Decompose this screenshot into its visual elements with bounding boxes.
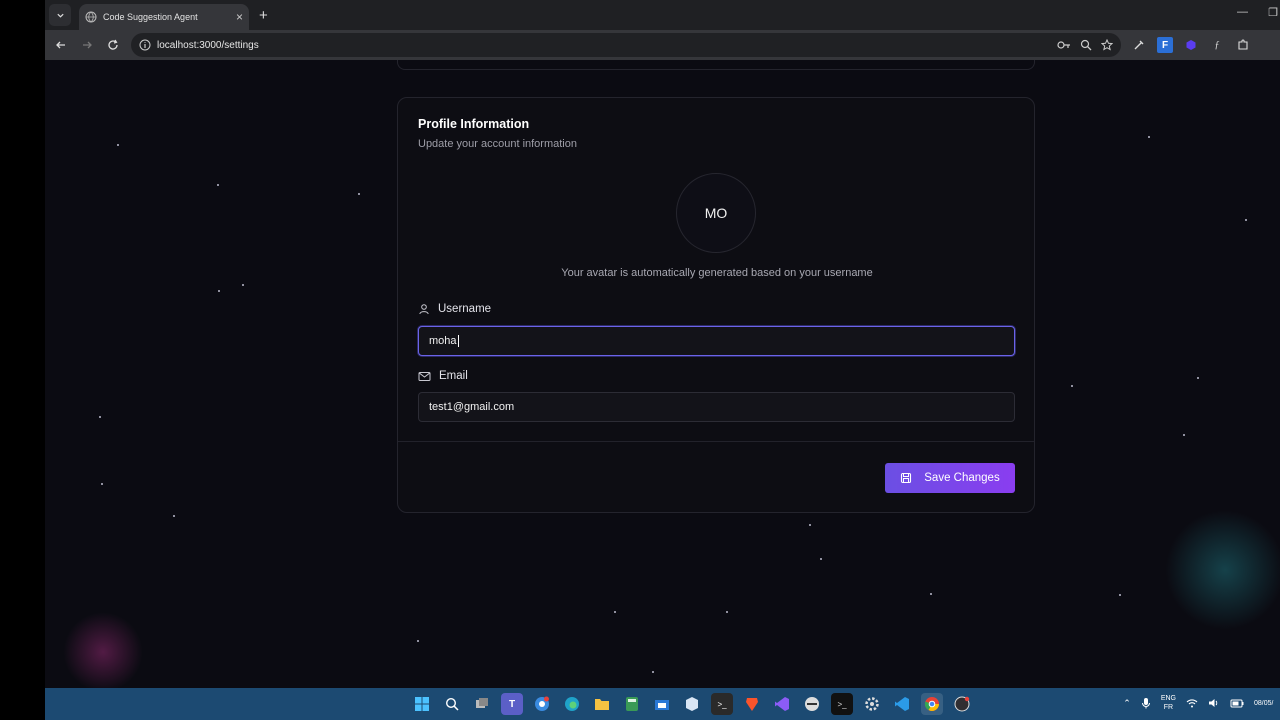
browser-app-icon[interactable] [531,693,553,715]
username-label-text: Username [438,303,492,315]
mail-icon [418,371,431,381]
forward-button[interactable] [75,33,99,57]
windows-start-icon[interactable] [411,693,433,715]
username-label: Username [418,303,491,315]
battery-icon[interactable] [1230,699,1244,708]
chrome-icon[interactable] [921,693,943,715]
avatar-initials: MO [704,205,728,221]
terminal-app-icon[interactable]: >_ [711,693,733,715]
left-black-strip [0,0,45,720]
teal-glow-decoration [1165,510,1280,630]
visual-studio-icon[interactable] [771,693,793,715]
search-icon[interactable] [441,693,463,715]
calculator-icon[interactable] [621,693,643,715]
f-extension-icon[interactable]: F [1157,37,1173,53]
text-caret [457,335,459,347]
chevron-down-icon [56,13,64,18]
user-icon [419,304,429,315]
minus-circle-app-icon[interactable] [801,693,823,715]
address-bar[interactable]: localhost:3000/settings [131,33,1121,57]
back-button[interactable] [49,33,73,57]
command-prompt-icon[interactable]: >_ [831,693,853,715]
previous-card-edge [397,60,1035,70]
cube-app-icon[interactable] [681,693,703,715]
tab-search-button[interactable] [49,4,71,26]
file-explorer-icon[interactable] [591,693,613,715]
chevron-up-icon[interactable]: ⌃ [1123,698,1131,709]
brave-icon[interactable] [741,693,763,715]
store-icon[interactable] [651,693,673,715]
new-tab-button[interactable]: + [259,7,268,24]
globe-icon [85,11,97,23]
username-input[interactable]: moha [418,326,1015,356]
language-top: ENG [1160,695,1176,702]
hexagon-extension-icon[interactable] [1183,37,1199,53]
close-tab-icon[interactable]: × [236,11,243,23]
language-indicator[interactable]: ENG FR [1161,694,1176,712]
microphone-icon[interactable] [1141,697,1151,709]
tab-title: Code Suggestion Agent [103,12,198,22]
task-view-icon[interactable] [471,693,493,715]
settings-page: Profile Information Update your account … [45,60,1280,688]
avatar-note: Your avatar is automatically generated b… [561,267,873,279]
reload-icon [108,39,118,50]
profile-information-card: Profile Information Update your account … [397,97,1035,513]
info-icon[interactable] [139,39,151,51]
language-bottom: FR [1163,704,1174,711]
username-value: moha [429,335,457,347]
card-title: Profile Information [418,117,530,131]
obs-icon[interactable] [951,693,973,715]
email-label: Email [418,370,468,382]
save-changes-label: Save Changes [924,472,1000,484]
windows-taskbar: T >_ >_ ⌃ ENG FR 08/05/ [45,688,1280,720]
wifi-icon[interactable] [1186,698,1198,708]
save-icon [901,472,912,484]
key-icon[interactable] [1057,39,1071,51]
email-value: test1@gmail.com [429,401,515,413]
settings-gear-icon[interactable] [861,693,883,715]
email-label-text: Email [439,370,468,382]
volume-icon[interactable] [1208,698,1220,708]
restore-window-icon[interactable]: ❐ [1268,6,1278,19]
browser-tab-bar: Code Suggestion Agent × + — ❐ [45,0,1280,30]
eyedropper-extension-icon[interactable] [1131,37,1147,53]
system-tray: ⌃ ENG FR 08/05/ [1123,694,1280,712]
zoom-icon[interactable] [1080,39,1092,51]
browser-toolbar: localhost:3000/settings F ƒ [45,30,1280,60]
vscode-icon[interactable] [891,693,913,715]
avatar: MO [676,173,756,253]
pink-glow-decoration [63,612,143,688]
save-changes-button[interactable]: Save Changes [885,463,1015,493]
edge-icon[interactable] [561,693,583,715]
function-extension-icon[interactable]: ƒ [1209,37,1225,53]
card-subtitle: Update your account information [418,138,577,150]
arrow-left-icon [56,41,65,49]
card-divider [398,441,1034,442]
reload-button[interactable] [101,33,125,57]
arrow-right-icon [83,41,92,49]
email-input[interactable]: test1@gmail.com [418,392,1015,422]
star-bookmark-icon[interactable] [1101,39,1113,51]
minimize-window-icon[interactable]: — [1237,6,1248,18]
url-text: localhost:3000/settings [157,39,259,51]
browser-tab[interactable]: Code Suggestion Agent × [79,4,249,30]
clock-date[interactable]: 08/05/ [1254,700,1280,707]
teams-icon[interactable]: T [501,693,523,715]
puzzle-extensions-icon[interactable] [1235,37,1251,53]
